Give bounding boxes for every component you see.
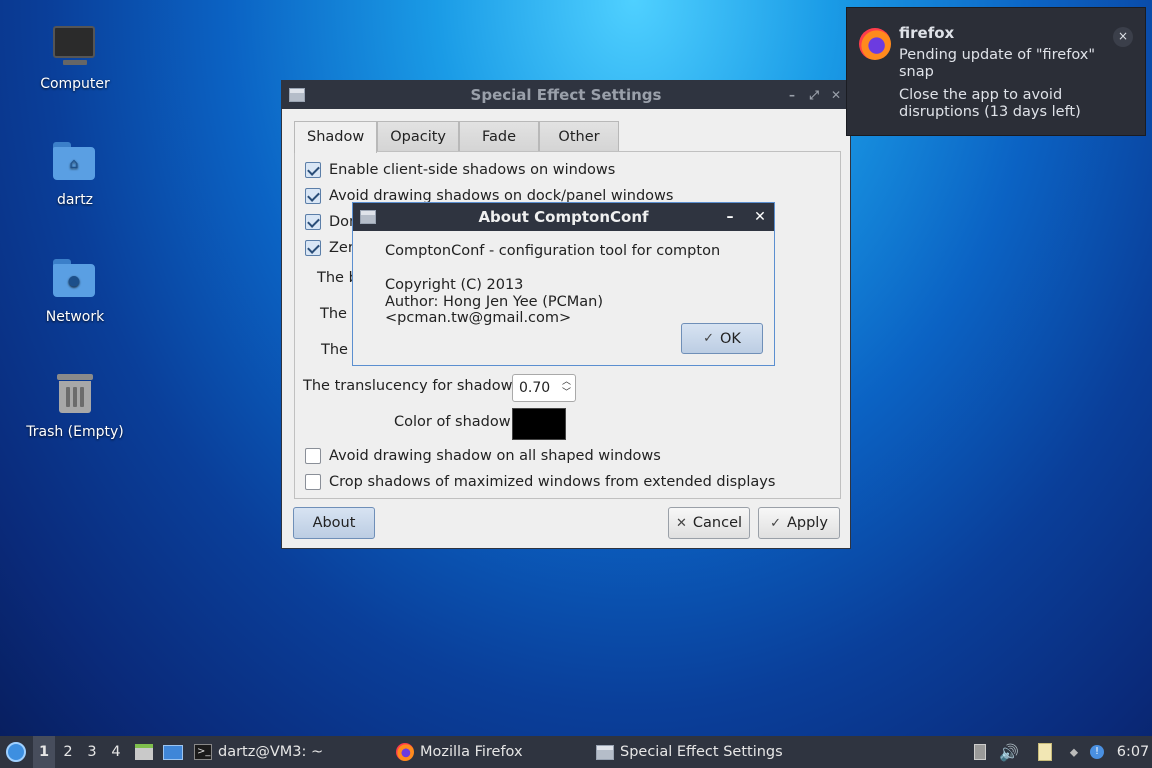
task-label: dartz@VM3: ~: [218, 744, 324, 760]
option-label: Enable client-side shadows on windows: [329, 162, 616, 178]
option-label: Crop shadows of maximized windows from e…: [329, 474, 776, 490]
firefox-icon: [859, 28, 891, 60]
notification-popup[interactable]: firefox × Pending update of "firefox" sn…: [846, 7, 1146, 136]
notification-app-name: firefox: [899, 24, 955, 42]
about-title: About ComptonConf: [478, 208, 649, 226]
window-icon: [360, 210, 376, 224]
checkbox[interactable]: [305, 188, 321, 204]
notification-tray-icon[interactable]: !: [1088, 736, 1106, 768]
apply-button[interactable]: ✓ Apply: [758, 507, 840, 539]
taskbar: 1 2 3 4 >_ dartz@VM3: ~ Mozilla Firefox …: [0, 736, 1152, 768]
minimize-icon[interactable]: –: [786, 88, 798, 103]
task-firefox[interactable]: Mozilla Firefox: [396, 736, 523, 768]
show-desktop-icon[interactable]: [162, 736, 184, 768]
notification-message-2: Close the app to avoid disruptions (13 d…: [899, 87, 1081, 120]
option-avoid-shaped-windows[interactable]: Avoid drawing shadow on all shaped windo…: [305, 448, 661, 464]
close-icon[interactable]: ✕: [754, 209, 766, 225]
tab-fade[interactable]: Fade: [459, 121, 539, 152]
computer-icon: [53, 26, 97, 70]
checkmark-icon: ✓: [770, 515, 781, 531]
desktop-icon-label: Network: [45, 309, 105, 325]
task-terminal[interactable]: >_ dartz@VM3: ~: [194, 736, 323, 768]
translucency-label: The translucency for shadows: [303, 378, 520, 394]
workspace-3[interactable]: 3: [81, 736, 103, 768]
checkmark-icon: ✓: [703, 331, 714, 346]
notification-message-1: Pending update of "firefox" snap: [899, 47, 1096, 80]
desktop-icon-computer[interactable]: Computer: [10, 22, 140, 92]
settings-titlebar[interactable]: Special Effect Settings – ⤢ ✕: [282, 81, 850, 109]
option-crop-maximized[interactable]: Crop shadows of maximized windows from e…: [305, 474, 775, 490]
close-icon[interactable]: ×: [1113, 27, 1133, 47]
shadow-color-label: Color of shadow: [394, 414, 511, 430]
settings-tabs: Shadow Opacity Fade Other: [294, 121, 619, 153]
ok-button-label: OK: [719, 330, 741, 347]
desktop-icon-trash[interactable]: Trash (Empty): [10, 372, 140, 440]
checkbox[interactable]: [305, 474, 321, 490]
tab-opacity[interactable]: Opacity: [377, 121, 459, 152]
start-menu-icon[interactable]: [4, 736, 28, 768]
option-client-side-shadows[interactable]: Enable client-side shadows on windows: [305, 162, 615, 178]
clipboard-icon[interactable]: [1036, 736, 1054, 768]
desktop-icon-label: Trash (Empty): [26, 424, 124, 440]
translucency-spinbox[interactable]: 0.70 ︿ ﹀: [512, 374, 576, 402]
option-partially-hidden-1[interactable]: Don: [305, 214, 358, 230]
task-label: Special Effect Settings: [620, 744, 783, 760]
firefox-icon: [396, 743, 414, 761]
close-icon[interactable]: ✕: [830, 88, 842, 103]
about-button[interactable]: About: [293, 507, 375, 539]
apply-button-label: Apply: [786, 515, 828, 531]
workspace-1[interactable]: 1: [33, 736, 55, 768]
task-special-effect-settings[interactable]: Special Effect Settings: [596, 736, 783, 768]
trash-icon: [53, 374, 97, 418]
desktop-icon-home[interactable]: ⌂ dartz: [10, 138, 140, 208]
cancel-button[interactable]: ✕ Cancel: [668, 507, 750, 539]
checkbox[interactable]: [305, 214, 321, 230]
checkbox[interactable]: [305, 240, 321, 256]
spin-arrows-icon[interactable]: ︿ ﹀: [562, 377, 571, 399]
desktop-icon-label: Computer: [40, 76, 110, 92]
translucency-value: 0.70: [519, 380, 551, 396]
minimize-icon[interactable]: –: [724, 209, 736, 225]
file-manager-icon[interactable]: [134, 736, 154, 768]
about-titlebar[interactable]: About ComptonConf – ✕: [353, 203, 774, 231]
checkbox[interactable]: [305, 448, 321, 464]
network-tray-icon[interactable]: ⬥: [1064, 736, 1084, 768]
option-label: Avoid drawing shadow on all shaped windo…: [329, 448, 661, 464]
desktop-icon-label: dartz: [56, 192, 94, 208]
shadow-color-button[interactable]: [512, 408, 566, 440]
checkbox[interactable]: [305, 162, 321, 178]
task-label: Mozilla Firefox: [420, 744, 523, 760]
maximize-icon[interactable]: ⤢: [808, 88, 820, 103]
cancel-icon: ✕: [675, 515, 687, 531]
about-author: Author: Hong Jen Yee (PCMan) <pcman.tw@g…: [385, 294, 603, 326]
home-folder-icon: ⌂: [53, 142, 97, 186]
desktop-icon-network[interactable]: ● Network: [10, 255, 140, 325]
about-dialog: About ComptonConf – ✕ ComptonConf - conf…: [352, 202, 775, 366]
tab-shadow[interactable]: Shadow: [294, 121, 378, 153]
ok-button[interactable]: ✓ OK: [681, 323, 763, 354]
updates-tray-icon[interactable]: [972, 736, 988, 768]
about-copyright: Copyright (C) 2013: [385, 277, 524, 293]
window-icon: [596, 744, 614, 760]
about-button-label: About: [312, 515, 356, 531]
about-description: ComptonConf - configuration tool for com…: [385, 243, 721, 259]
workspace-2[interactable]: 2: [57, 736, 79, 768]
cancel-button-label: Cancel: [692, 515, 743, 531]
settings-title: Special Effect Settings: [470, 86, 662, 104]
workspace-4[interactable]: 4: [105, 736, 127, 768]
partial-label-2: The l: [320, 306, 356, 322]
clock[interactable]: 6:07: [1117, 736, 1150, 768]
window-icon: [289, 88, 305, 102]
volume-icon[interactable]: 🔊: [998, 736, 1020, 768]
tab-other[interactable]: Other: [539, 121, 619, 152]
terminal-icon: >_: [194, 744, 212, 760]
network-folder-icon: ●: [53, 259, 97, 303]
